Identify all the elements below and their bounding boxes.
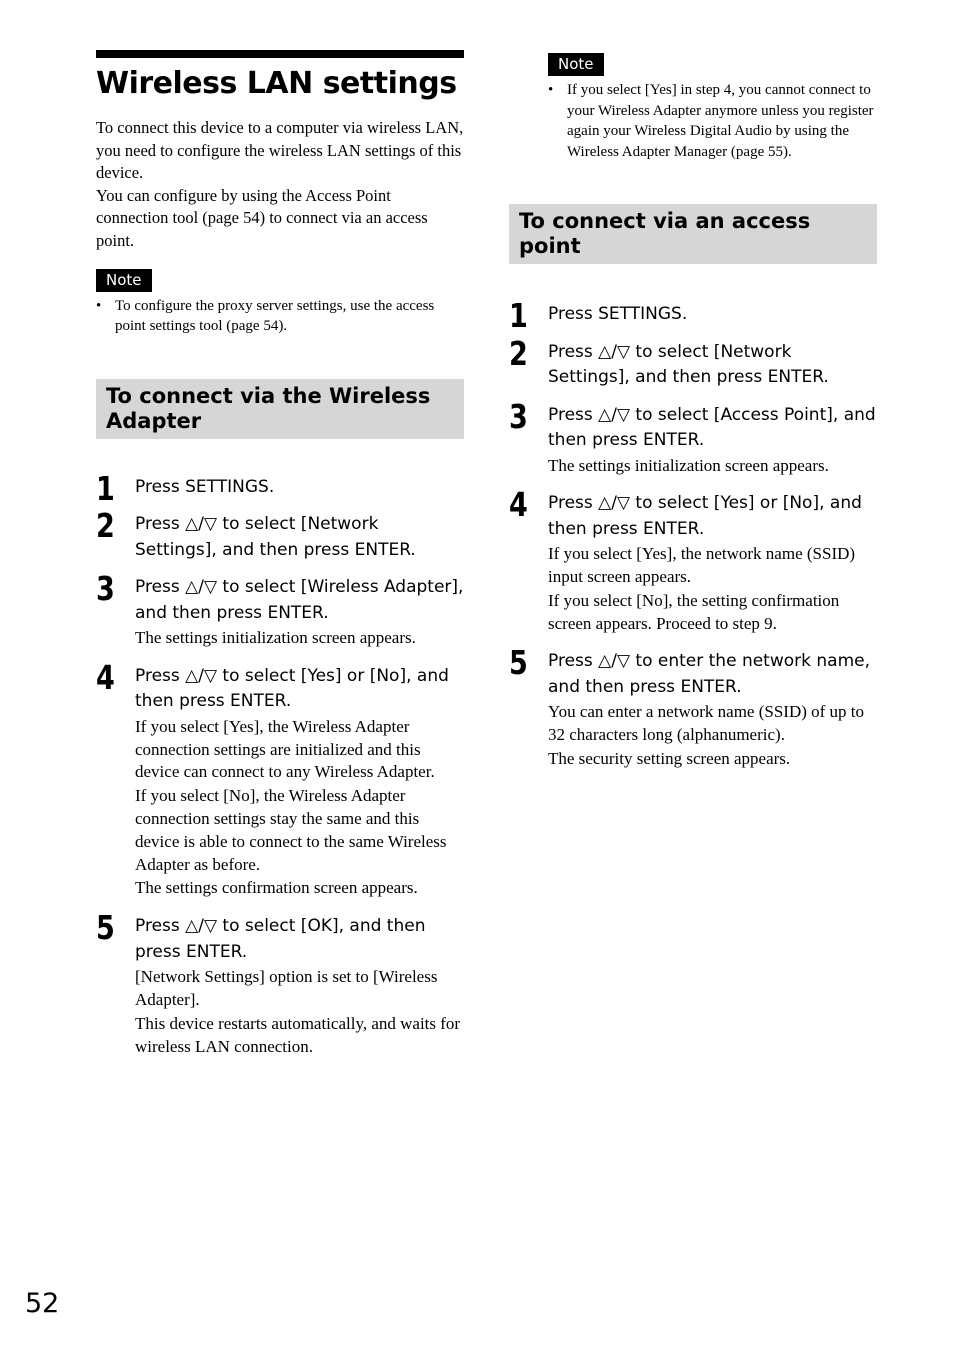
- note-text: To configure the proxy server settings, …: [115, 297, 435, 335]
- step-number: 1: [96, 468, 115, 508]
- step-5: 5 Press △/▽ to select [OK], and then pres…: [96, 908, 464, 1058]
- steps-access-point: 1 Press SETTINGS. 2 Press △/▽ to select [Ne…: [509, 296, 877, 771]
- step-instruction: Press △/▽ to select [Network Settings], …: [548, 341, 829, 388]
- bullet-icon: •: [548, 82, 554, 98]
- step-number: 4: [96, 657, 115, 697]
- section-heading-wireless-adapter: To connect via the Wireless Adapter: [96, 378, 464, 439]
- step-number: 4: [509, 485, 528, 525]
- step-5: 5 Press △/▽ to enter the network name, an…: [509, 643, 877, 770]
- step-instruction: Press △/▽ to enter the network name, and…: [548, 651, 871, 697]
- step-detail: The settings initialization screen appea…: [548, 455, 829, 475]
- title-rule: [96, 50, 464, 58]
- step-4: 4 Press △/▽ to select [Yes] or [No], and …: [509, 485, 877, 635]
- step-detail: If you select [Yes], the network name (S…: [548, 544, 856, 587]
- step-number: 2: [96, 506, 115, 546]
- step-instruction: Press SETTINGS.: [548, 304, 688, 324]
- step-1: 1 Press SETTINGS.: [96, 469, 464, 508]
- step-3: 3 Press △/▽ to select [Wireless Adapter],…: [96, 569, 464, 650]
- left-column: Wireless LAN settings To connect this de…: [96, 50, 464, 1072]
- page-number: 52: [25, 1288, 60, 1319]
- step-instruction: Press △/▽ to select [Yes] or [No], and t…: [135, 665, 449, 712]
- step-2: 2 Press △/▽ to select [Network Settings],…: [509, 334, 877, 391]
- step-detail: If you select [No], the setting confirma…: [548, 590, 840, 633]
- step-detail: This device restarts automatically, and …: [135, 1013, 461, 1056]
- steps-wireless-adapter: 1 Press SETTINGS. 2 Press △/▽ to select [Ne…: [96, 469, 464, 1059]
- step-number: 5: [509, 643, 528, 683]
- step-detail: If you select [No], the Wireless Adapter…: [135, 786, 447, 874]
- step-detail: [Network Settings] option is set to [Wir…: [135, 967, 438, 1010]
- note-item: • To configure the proxy server settings,…: [96, 296, 464, 337]
- step-instruction: Press SETTINGS.: [135, 476, 275, 497]
- page-title: Wireless LAN settings: [96, 66, 457, 101]
- intro-paragraph-2: You can configure by using the Access Po…: [96, 185, 428, 250]
- note-block: Note • If you select [Yes] in step 4, you…: [548, 53, 877, 162]
- section-heading-access-point: To connect via an access point: [509, 204, 877, 264]
- step-detail: You can enter a network name (SSID) of u…: [548, 702, 865, 745]
- step-instruction: Press △/▽ to select [Wireless Adapter], …: [135, 577, 464, 623]
- step-detail: If you select [Yes], the Wireless Adapte…: [135, 716, 435, 782]
- right-column: Note • If you select [Yes] in step 4, you…: [509, 50, 877, 785]
- step-detail: The settings confirmation screen appears…: [135, 878, 418, 898]
- note-badge: Note: [548, 53, 604, 76]
- step-number: 1: [509, 296, 528, 335]
- bullet-icon: •: [96, 297, 102, 314]
- step-instruction: Press △/▽ to select [Access Point], and …: [548, 404, 876, 451]
- note-item: • If you select [Yes] in step 4, you cann…: [548, 80, 877, 162]
- note-block: Note • To configure the proxy server sett…: [96, 268, 464, 337]
- step-3: 3 Press △/▽ to select [Access Point], and…: [509, 397, 877, 478]
- step-4: 4 Press △/▽ to select [Yes] or [No], and …: [96, 658, 464, 900]
- step-number: 2: [509, 333, 528, 373]
- step-detail: The settings initialization screen appea…: [135, 628, 416, 648]
- intro-paragraph-1: To connect this device to a computer via…: [96, 118, 464, 183]
- step-instruction: Press △/▽ to select [Yes] or [No], and t…: [548, 493, 862, 539]
- step-number: 3: [509, 396, 528, 436]
- step-1: 1 Press SETTINGS.: [509, 296, 877, 335]
- step-2: 2 Press △/▽ to select [Network Settings],…: [96, 506, 464, 563]
- step-instruction: Press △/▽ to select [Network Settings], …: [135, 514, 416, 560]
- step-detail: The security setting screen appears.: [548, 749, 791, 769]
- note-list: • If you select [Yes] in step 4, you cann…: [548, 80, 877, 162]
- note-badge: Note: [96, 268, 152, 292]
- step-number: 3: [96, 569, 115, 609]
- note-list: • To configure the proxy server settings,…: [96, 296, 464, 337]
- step-instruction: Press △/▽ to select [OK], and then press…: [135, 916, 426, 962]
- note-text: If you select [Yes] in step 4, you canno…: [567, 82, 874, 160]
- step-number: 5: [96, 908, 115, 948]
